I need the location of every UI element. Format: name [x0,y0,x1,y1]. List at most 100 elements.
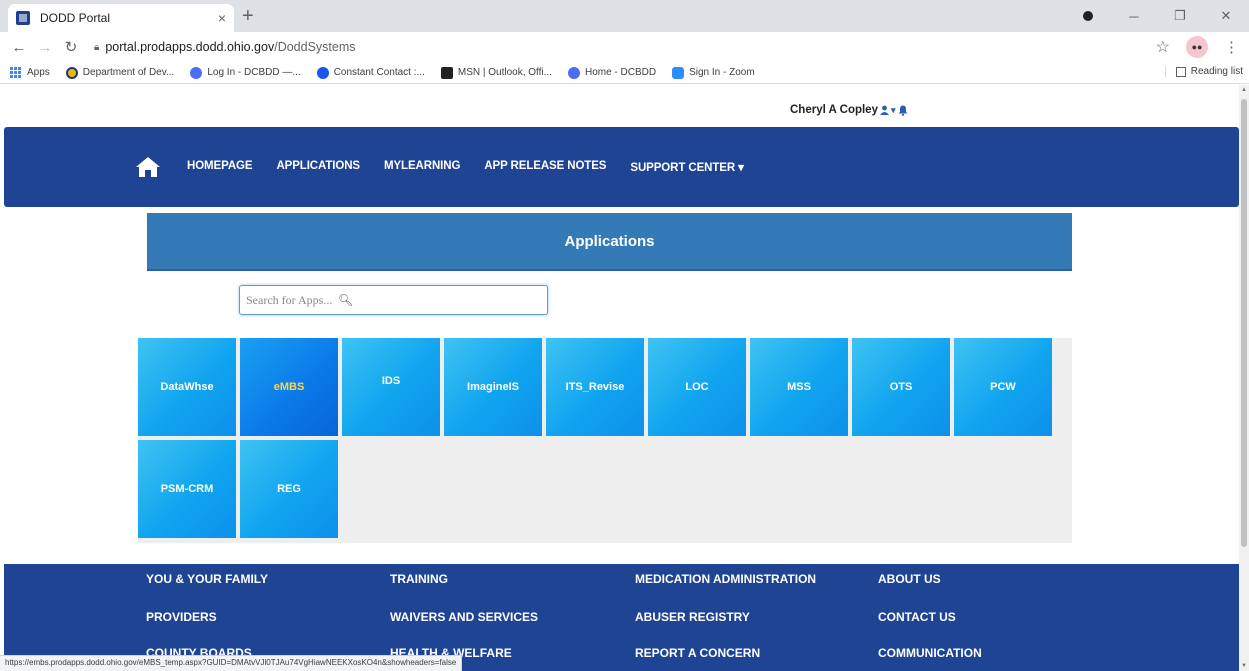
browser-toolbar: ← → ↻ 🔒︎ portal.prodapps.dodd.ohio.gov/D… [0,32,1249,62]
bookmark-star-icon[interactable]: ☆ [1156,37,1170,57]
reading-list-icon [1175,66,1186,77]
app-tile-label: MSS [787,381,811,393]
footer-link-about-us[interactable]: ABOUT US [878,572,941,586]
app-tile-datawhse[interactable]: DataWhse [138,338,236,436]
record-indicator-icon[interactable] [1083,11,1093,21]
home-icon[interactable] [136,157,160,177]
new-tab-button[interactable]: + [242,4,254,28]
app-tile-ids[interactable]: IDS [342,338,440,436]
forward-arrow-icon[interactable]: → [32,39,58,56]
scroll-up-icon[interactable]: ▲ [1239,87,1249,93]
footer-link-communication[interactable]: COMMUNICATION [878,646,982,660]
browser-tab-bar: DODD Portal × + ─ ❐ ✕ [0,0,1249,32]
app-tile-reg[interactable]: REG [240,440,338,538]
msn-icon [440,66,453,79]
user-dropdown-caret[interactable]: ▾ [891,105,896,116]
toolbar-actions: ☆ ●● ⋮ [1156,36,1239,58]
lock-icon[interactable]: 🔒︎ [94,42,99,53]
nav-app-release-notes[interactable]: APP RELEASE NOTES [484,160,606,174]
nav-applications[interactable]: APPLICATIONS [276,160,360,174]
close-window-icon[interactable]: ✕ [1203,8,1249,24]
app-tile-label: PSM-CRM [160,483,214,495]
app-tile-label: REG [277,483,301,495]
app-tile-embs[interactable]: eMBS [240,338,338,436]
reading-list-button[interactable]: Reading list [1164,66,1243,77]
bookmark-label: Apps [27,67,50,78]
footer-link-providers[interactable]: PROVIDERS [146,610,217,624]
tab-close-icon[interactable]: × [218,10,226,26]
profile-avatar-icon[interactable]: ●● [1186,36,1208,58]
footer-link-training[interactable]: TRAINING [390,572,448,586]
minimize-icon[interactable]: ─ [1111,9,1157,24]
url-path: /DoddSystems [274,40,356,54]
page-title: Applications [564,232,655,250]
scroll-down-icon[interactable]: ▼ [1239,663,1249,669]
browser-tab[interactable]: DODD Portal × [8,4,234,32]
restore-icon[interactable]: ❐ [1157,8,1203,24]
app-tile-label: LOC [685,381,709,393]
footer-link-medication-administration[interactable]: MEDICATION ADMINISTRATION [635,572,816,586]
app-search-input[interactable] [246,292,338,308]
app-tile-label: PCW [990,381,1016,393]
page-viewport: Cheryl A Copley ▾ HOMEPAGE APPLICATIONS … [0,85,1239,671]
nav-homepage[interactable]: HOMEPAGE [187,160,253,174]
applications-header: Applications [147,213,1072,271]
app-tile-ots[interactable]: OTS [852,338,950,436]
app-tile-psm-crm[interactable]: PSM-CRM [138,440,236,538]
app-tile-mss[interactable]: MSS [750,338,848,436]
bookmark-label: Home - DCBDD [584,67,657,78]
reload-icon[interactable]: ↻ [58,38,84,56]
nav-support-center[interactable]: SUPPORT CENTER ▾ [630,160,744,174]
footer-link-you-and-your-family[interactable]: YOU & YOUR FAMILY [146,572,268,586]
app-tile-loc[interactable]: LOC [648,338,746,436]
app-tile-label: DataWhse [160,381,214,393]
bookmark-apps[interactable]: Apps [10,66,50,79]
ohio-seal-icon [65,66,78,79]
bookmark-label: MSN | Outlook, Offi... [457,67,552,78]
bookmark-label: Department of Dev... [82,67,175,78]
user-menu[interactable]: Cheryl A Copley ▾ [790,104,908,116]
app-tile-label: ImagineIS [467,381,519,393]
footer-link-abuser-registry[interactable]: ABUSER REGISTRY [635,610,750,624]
tab-title: DODD Portal [40,11,111,25]
main-navigation: HOMEPAGE APPLICATIONS MYLEARNING APP REL… [4,127,1239,207]
footer-link-contact-us[interactable]: CONTACT US [878,610,956,624]
globe-icon [190,66,203,79]
window-controls: ─ ❐ ✕ [1083,0,1249,32]
bookmark-label: Log In - DCBDD —... [207,67,301,78]
notification-bell-icon[interactable] [898,105,908,116]
url-host: portal.prodapps.dodd.ohio.gov [105,40,275,54]
search-icon[interactable]: 🔍︎ [338,293,353,307]
bookmark-label: Sign In - Zoom [689,67,755,78]
bookmark-department-of-dev[interactable]: Department of Dev... [65,66,175,79]
dodd-favicon-icon [16,11,30,25]
app-tile-pcw[interactable]: PCW [954,338,1052,436]
app-tile-label: ITS_Revise [565,381,625,393]
bookmarks-bar: Apps Department of Dev... Log In - DCBDD… [0,62,1249,84]
nav-mylearning[interactable]: MYLEARNING [384,160,460,174]
app-tiles-grid: DataWhse eMBS IDS ImagineIS ITS_Revise L… [138,338,1072,543]
bookmark-label: Constant Contact :... [333,67,425,78]
browser-menu-icon[interactable]: ⋮ [1224,38,1239,56]
app-tile-imagineis[interactable]: ImagineIS [444,338,542,436]
app-search-box[interactable]: 🔍︎ [239,285,548,315]
bookmark-msn[interactable]: MSN | Outlook, Offi... [440,66,552,79]
footer-link-waivers-and-services[interactable]: WAIVERS AND SERVICES [390,610,538,624]
scrollbar-thumb[interactable] [1241,99,1247,547]
address-bar[interactable]: portal.prodapps.dodd.ohio.gov/DoddSystem… [105,40,355,54]
reading-list-label: Reading list [1190,66,1243,77]
globe-icon [567,66,580,79]
app-tile-its-revise[interactable]: ITS_Revise [546,338,644,436]
footer-link-report-a-concern[interactable]: REPORT A CONCERN [635,646,760,660]
bookmark-home-dcbdd[interactable]: Home - DCBDD [567,66,657,79]
constant-contact-icon [316,66,329,79]
bookmark-zoom[interactable]: Sign In - Zoom [672,66,755,79]
apps-grid-icon [10,66,22,79]
user-icon [879,105,889,115]
back-arrow-icon[interactable]: ← [6,39,32,56]
page-scrollbar[interactable]: ▲ ▼ [1239,85,1249,671]
bookmark-login-dcbdd[interactable]: Log In - DCBDD —... [190,66,301,79]
bookmark-constant-contact[interactable]: Constant Contact :... [316,66,425,79]
link-status-bar: https://embs.prodapps.dodd.ohio.gov/eMBS… [0,655,463,671]
nav-items: HOMEPAGE APPLICATIONS MYLEARNING APP REL… [187,160,744,174]
